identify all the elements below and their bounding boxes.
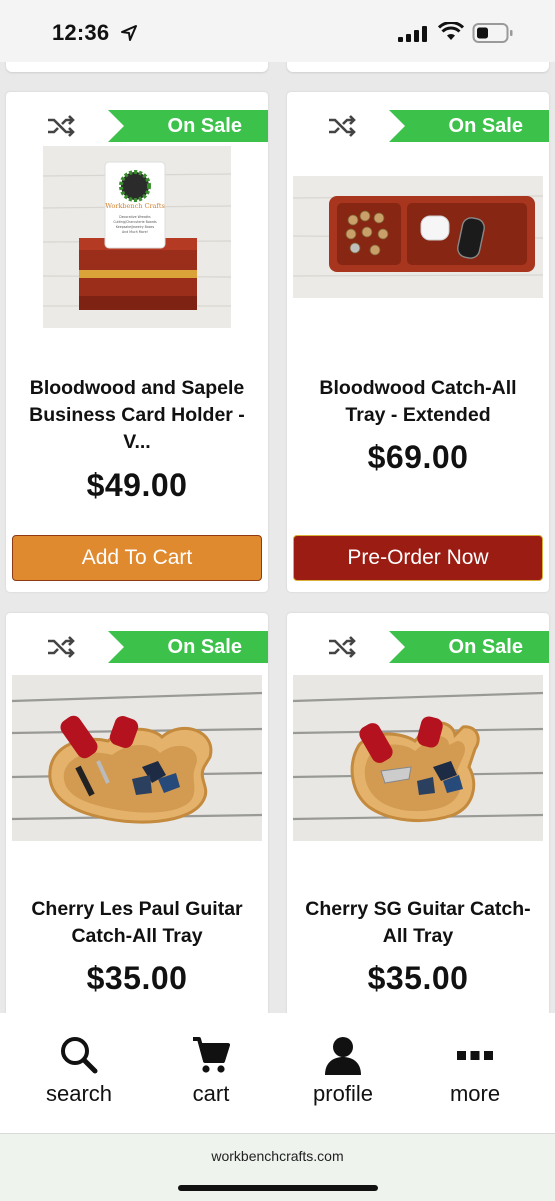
profile-icon[interactable] <box>323 1035 363 1075</box>
wifi-icon <box>438 22 464 40</box>
cart-icon[interactable] <box>191 1035 231 1075</box>
product-price: $69.00 <box>367 439 469 475</box>
product-card[interactable]: On Sale Bloodwood Catch-All Tray - Exten… <box>287 92 549 592</box>
url-text[interactable]: workbenchcrafts.com <box>0 1148 555 1164</box>
product-price: $35.00 <box>367 960 469 996</box>
location-arrow-icon <box>121 25 137 41</box>
product-price: $49.00 <box>86 467 188 503</box>
pre-order-button[interactable]: Pre-Order Now <box>293 535 543 581</box>
business-card-brand: Workbench Crafts <box>105 202 165 210</box>
nav-search[interactable]: search <box>29 1035 129 1107</box>
nav-search-label: search <box>45 1081 113 1106</box>
status-time: 12:36 <box>52 20 110 45</box>
more-icon[interactable] <box>455 1035 495 1075</box>
nav-cart[interactable]: cart <box>161 1035 261 1107</box>
nav-profile[interactable]: profile <box>293 1035 393 1107</box>
svg-text:Keepsake/Jewelry Boxes: Keepsake/Jewelry Boxes <box>116 225 155 229</box>
svg-text:And Much More!: And Much More! <box>122 230 148 234</box>
svg-text:Cutting/Charcuterie Boards: Cutting/Charcuterie Boards <box>113 220 157 224</box>
on-sale-badge: On Sale <box>389 110 549 142</box>
status-bar: 12:36 <box>0 0 555 62</box>
product-card[interactable]: On Sale Workbench Crafts Decorative Wrea… <box>6 92 268 592</box>
svg-text:Decorative Wreaths: Decorative Wreaths <box>119 215 151 219</box>
on-sale-badge: On Sale <box>108 110 268 142</box>
product-image[interactable] <box>293 675 543 841</box>
shuffle-icon[interactable] <box>327 112 357 140</box>
bottom-navigation: search cart profile more <box>0 1013 555 1133</box>
cellular-signal-icon <box>398 26 427 42</box>
add-to-cart-button[interactable]: Add To Cart <box>12 535 262 581</box>
product-card[interactable]: On Sale Cherry SG Guitar Catch-All Tray … <box>287 613 549 1053</box>
nav-more-label: more <box>449 1081 501 1106</box>
product-price: $35.00 <box>86 960 188 996</box>
battery-icon <box>472 23 513 43</box>
home-indicator[interactable] <box>178 1185 378 1191</box>
shuffle-icon[interactable] <box>46 633 76 661</box>
on-sale-badge: On Sale <box>108 631 268 663</box>
product-image[interactable]: Workbench Crafts Decorative Wreaths Cutt… <box>43 146 231 328</box>
search-icon[interactable] <box>59 1035 99 1075</box>
product-image[interactable] <box>12 675 262 841</box>
nav-cart-label: cart <box>192 1081 230 1106</box>
product-image[interactable] <box>293 176 543 298</box>
product-name[interactable]: Cherry SG Guitar Catch-All Tray <box>297 896 539 950</box>
product-name[interactable]: Bloodwood and Sapele Business Card Holde… <box>16 375 258 456</box>
shuffle-icon[interactable] <box>327 633 357 661</box>
nav-more[interactable]: more <box>425 1035 525 1107</box>
on-sale-badge: On Sale <box>389 631 549 663</box>
product-name[interactable]: Bloodwood Catch-All Tray - Extended <box>297 375 539 429</box>
product-name[interactable]: Cherry Les Paul Guitar Catch-All Tray <box>16 896 258 950</box>
shuffle-icon[interactable] <box>46 112 76 140</box>
browser-url-bar[interactable]: workbenchcrafts.com <box>0 1133 555 1201</box>
nav-profile-label: profile <box>313 1081 373 1106</box>
product-card[interactable]: On Sale Cherry Les Paul Guitar Catch-All… <box>6 613 268 1053</box>
